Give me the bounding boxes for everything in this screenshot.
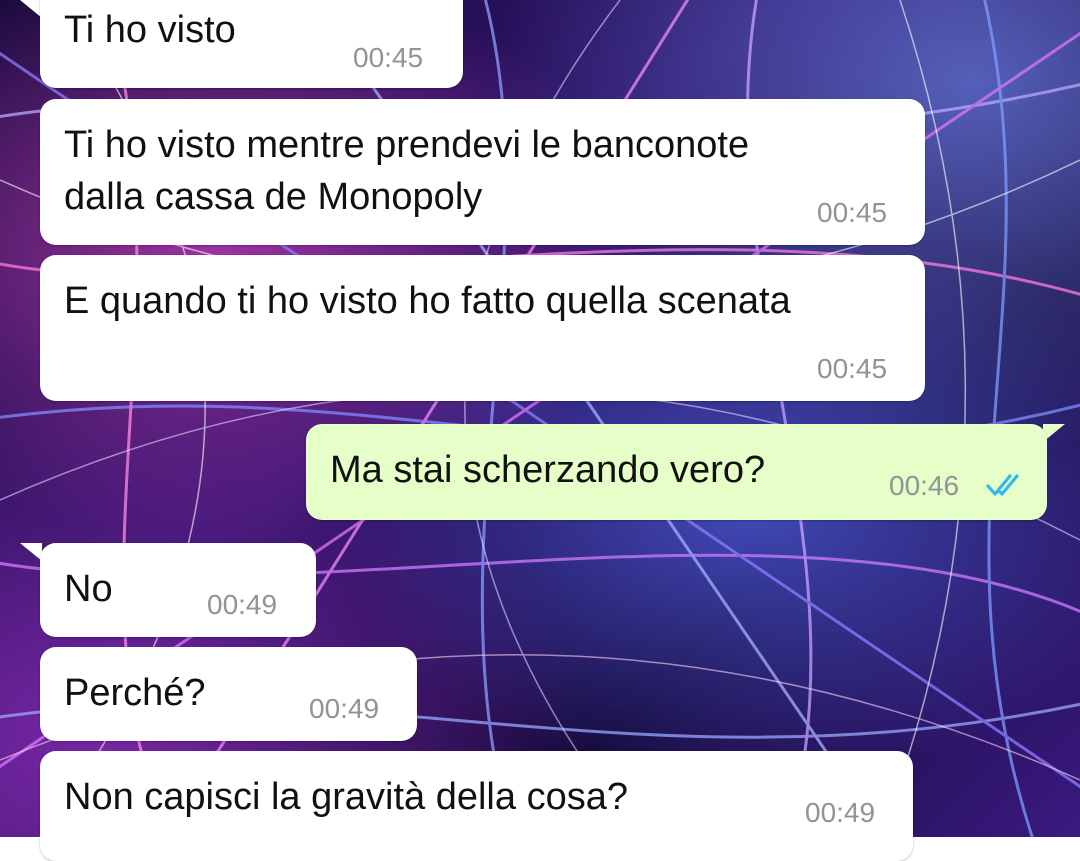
incoming-message-bubble[interactable]: Perché? 00:49 (40, 647, 417, 741)
message-timestamp: 00:49 (309, 693, 380, 724)
outgoing-message-bubble[interactable]: Ma stai scherzando vero? 00:46 (306, 424, 1047, 520)
incoming-message-bubble[interactable]: E quando ti ho visto ho fatto quella sce… (40, 255, 925, 401)
message-text: Ti ho visto mentre prendevi le banconote… (64, 124, 750, 218)
incoming-message-bubble[interactable]: Ti ho visto 00:45 (40, 0, 463, 88)
message-text: Ti ho visto (64, 9, 236, 51)
message-timestamp: 00:45 (817, 353, 888, 384)
incoming-bubble-tail (20, 0, 42, 18)
double-check-read-icon (986, 474, 1019, 496)
incoming-bubble-tail (20, 543, 42, 561)
message-text: E quando ti ho visto ho fatto quella sce… (64, 280, 791, 322)
message-timestamp: 00:49 (805, 797, 876, 828)
incoming-message-bubble[interactable]: No 00:49 (40, 543, 316, 637)
message-text: No (64, 568, 113, 610)
message-timestamp: 00:49 (207, 589, 278, 620)
message-text: Non capisci la gravità della cosa? (64, 776, 628, 818)
incoming-message-bubble[interactable]: Non capisci la gravità della cosa? 00:49 (40, 751, 913, 861)
message-timestamp: 00:45 (817, 197, 888, 228)
message-text: Ma stai scherzando vero? (330, 449, 766, 491)
incoming-message-bubble[interactable]: Ti ho visto mentre prendevi le banconote… (40, 99, 925, 245)
message-timestamp: 00:46 (889, 470, 960, 501)
message-text: Perché? (64, 672, 206, 714)
message-timestamp: 00:45 (353, 42, 424, 73)
